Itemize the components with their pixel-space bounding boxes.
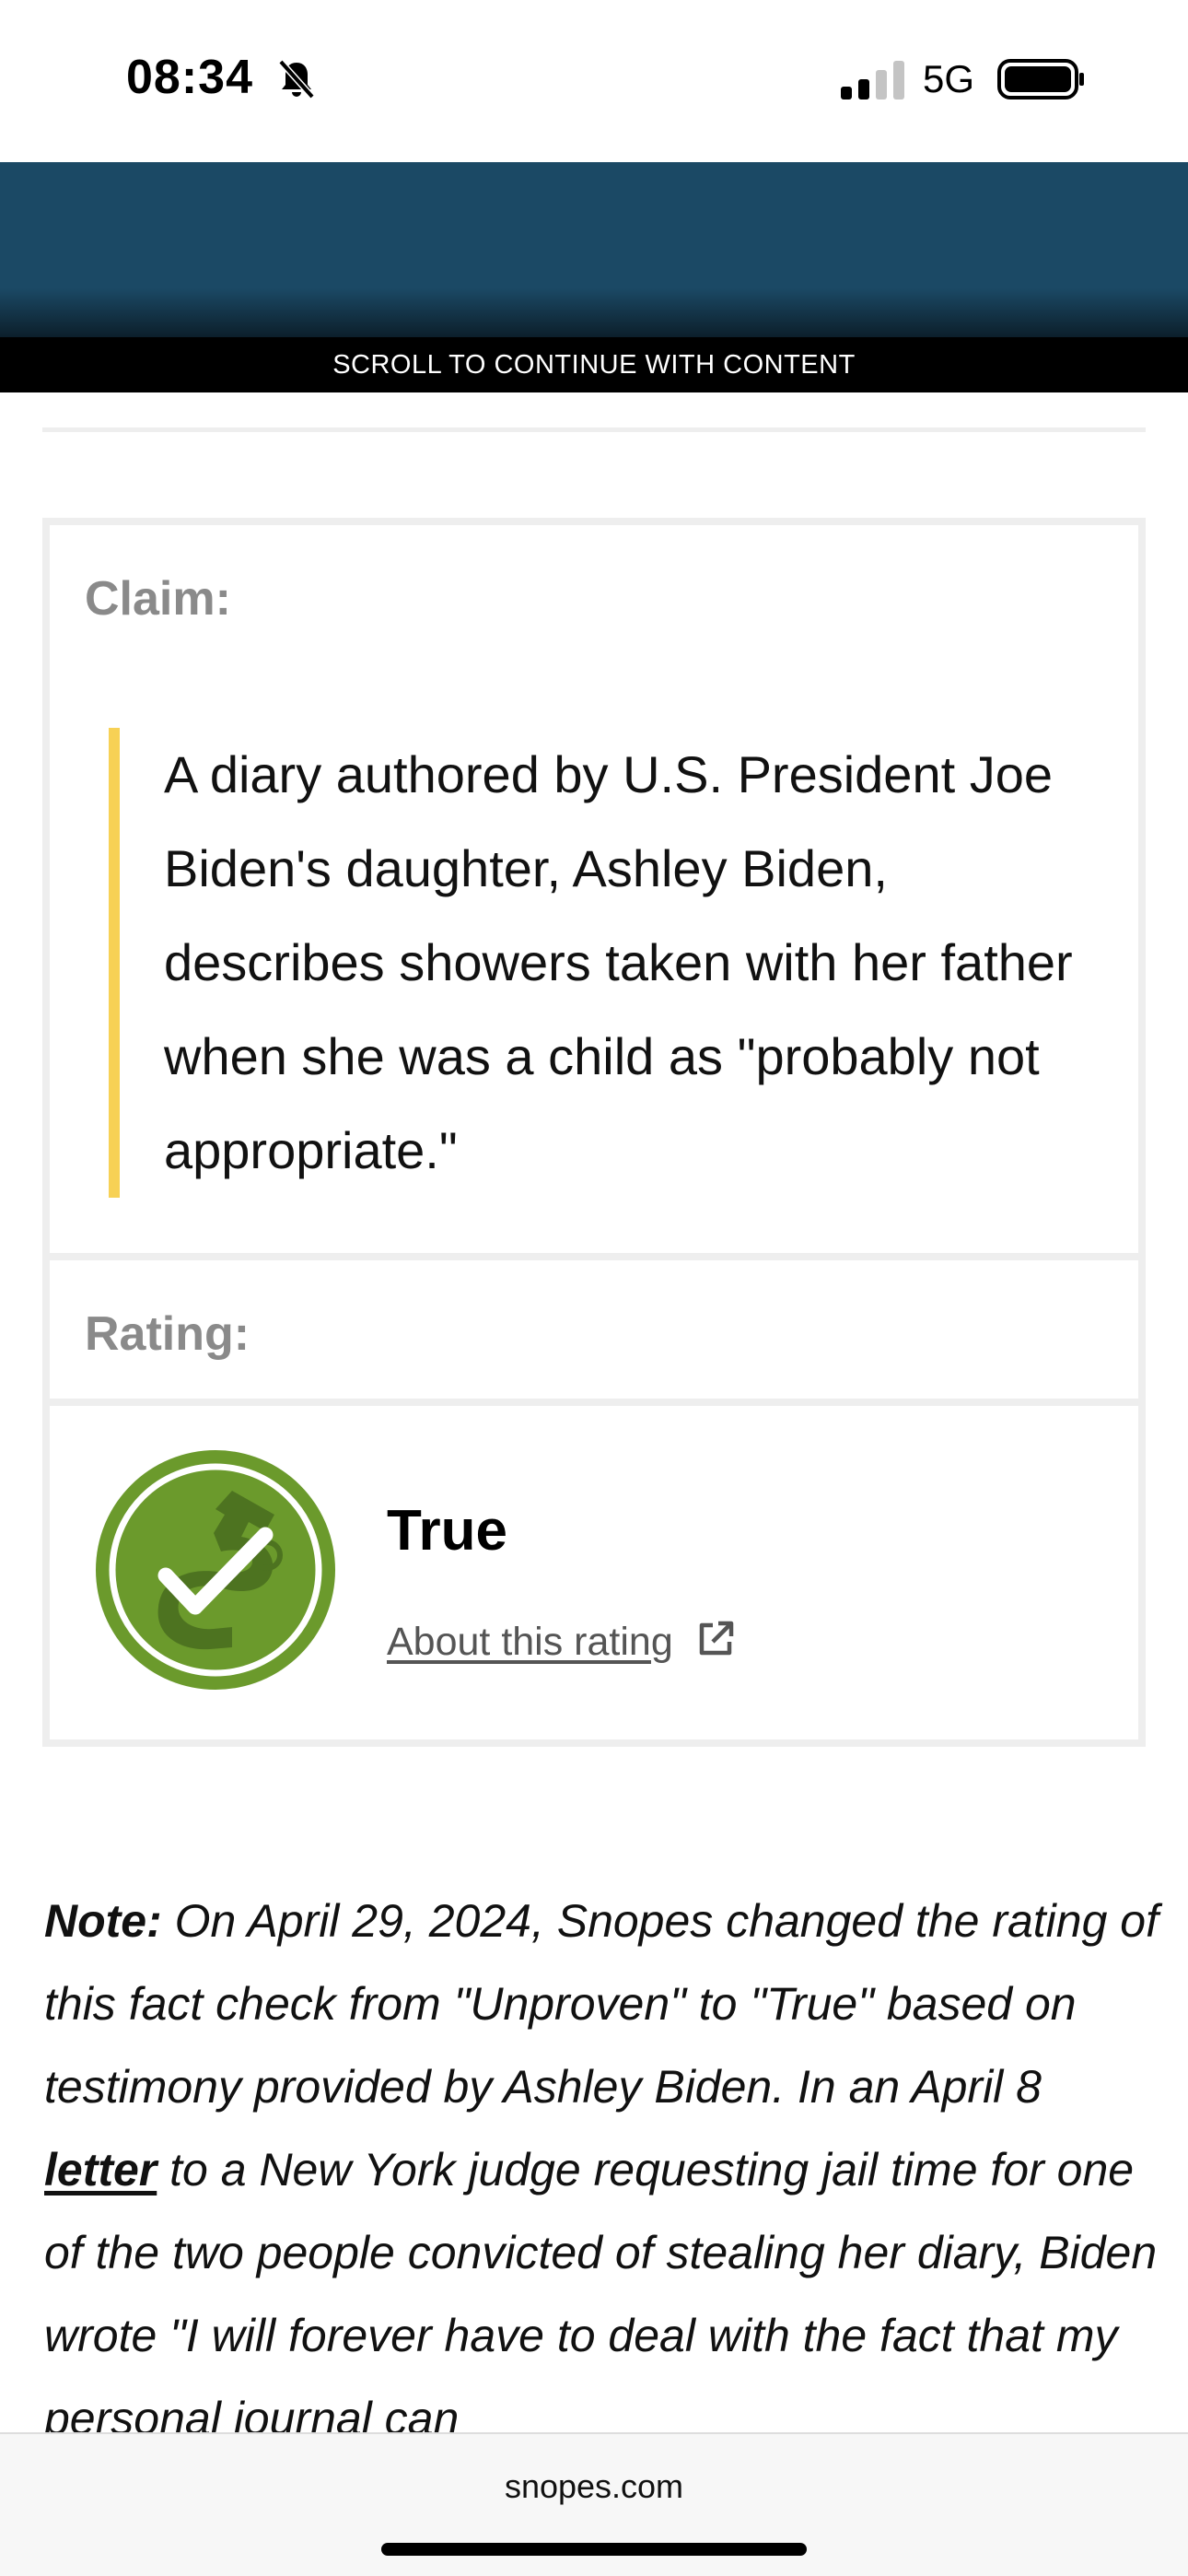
claim-body: A diary authored by U.S. President Joe B… [42, 663, 1146, 1260]
divider [42, 427, 1146, 432]
scroll-to-continue-notice: SCROLL TO CONTINUE WITH CONTENT [0, 337, 1188, 392]
about-this-rating-link[interactable]: About this rating [387, 1620, 673, 1665]
claim-header: Claim: [42, 518, 1146, 671]
note-text-part-2: to a New York judge requesting jail time… [44, 2144, 1158, 2444]
browser-bottom-bar: snopes.com [0, 2432, 1188, 2576]
signal-icon [841, 61, 904, 100]
bell-slash-icon [278, 59, 315, 100]
quote-accent-bar [109, 728, 120, 1198]
rating-body: True About this rating [42, 1399, 1146, 1747]
rating-value: True [387, 1499, 507, 1563]
external-link-icon[interactable] [694, 1618, 737, 1660]
note-label: Note: [44, 1895, 162, 1947]
network-type: 5G [923, 57, 975, 100]
note-paragraph: Note: On April 29, 2024, Snopes changed … [44, 1879, 1159, 2460]
note-text-part-1: On April 29, 2024, Snopes changed the ra… [44, 1895, 1159, 2113]
status-time: 08:34 [126, 51, 253, 104]
address-bar-domain[interactable]: snopes.com [0, 2467, 1188, 2506]
claim-text: A diary authored by U.S. President Joe B… [164, 745, 1073, 1179]
home-indicator[interactable] [381, 2543, 807, 2556]
status-bar: 08:34 5G [0, 0, 1188, 162]
rating-header: Rating: [42, 1253, 1146, 1406]
true-check-badge-icon [96, 1450, 335, 1690]
battery-icon [997, 59, 1084, 100]
claim-label: Claim: [85, 572, 231, 626]
rating-label: Rating: [85, 1307, 250, 1361]
ad-banner[interactable] [0, 162, 1188, 337]
letter-link[interactable]: letter [44, 2144, 157, 2195]
